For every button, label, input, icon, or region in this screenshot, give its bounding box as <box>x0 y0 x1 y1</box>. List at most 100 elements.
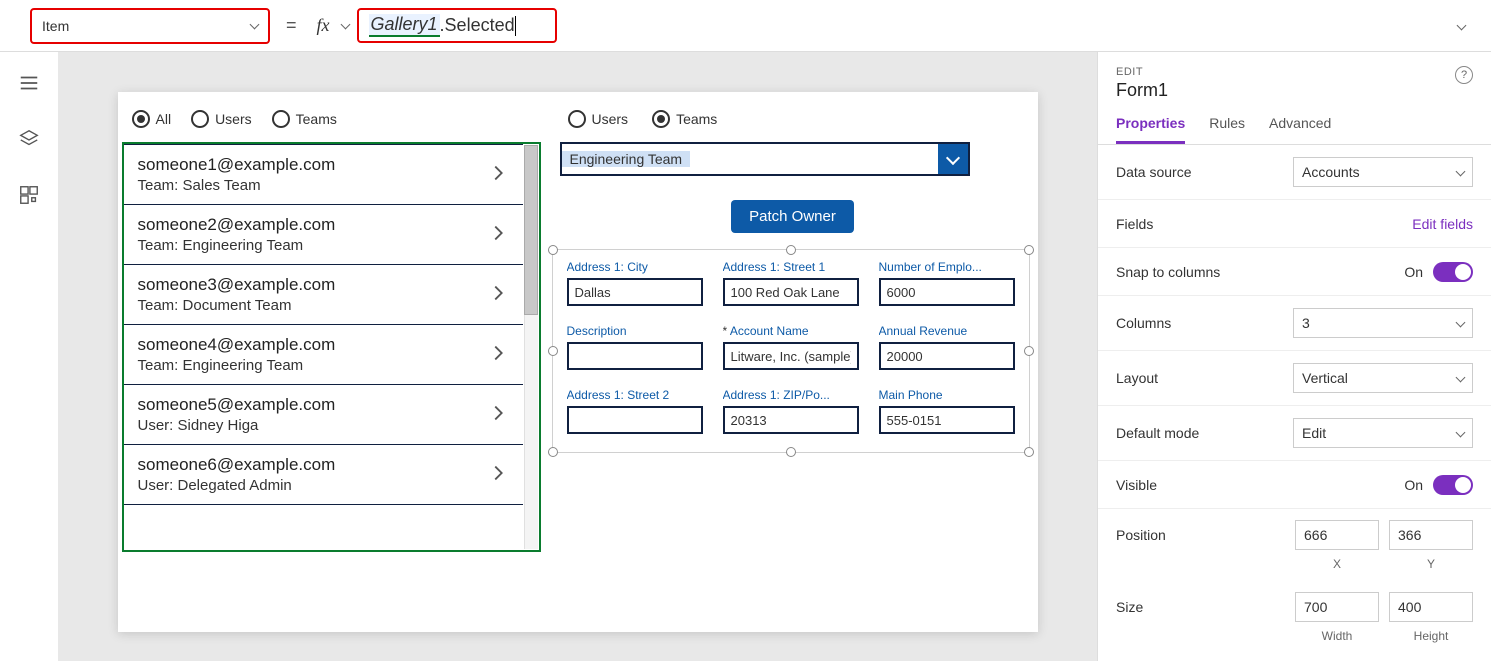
field-street1: Address 1: Street 1 <box>723 260 859 306</box>
field-description: Description <box>567 324 703 370</box>
radio-users[interactable]: Users <box>191 110 252 128</box>
prop-size-label: Size <box>1116 599 1143 615</box>
prop-visible-label: Visible <box>1116 477 1157 493</box>
account-name-input[interactable] <box>723 342 859 370</box>
formula-bar: Item = fx Gallery1.Selected <box>0 0 1491 52</box>
field-label: Account Name <box>723 324 859 338</box>
gallery-item-title: someone5@example.com <box>138 395 336 415</box>
size-width-input[interactable]: 700 <box>1295 592 1379 622</box>
selection-handle[interactable] <box>786 447 796 457</box>
tab-rules[interactable]: Rules <box>1209 115 1245 144</box>
radio-all[interactable]: All <box>132 110 172 128</box>
prop-snap-label: Snap to columns <box>1116 264 1220 280</box>
components-icon[interactable] <box>18 184 40 206</box>
city-input[interactable] <box>567 278 703 306</box>
selection-handle[interactable] <box>548 245 558 255</box>
property-dropdown-value: Item <box>42 18 69 34</box>
radio-label: All <box>156 111 172 127</box>
snap-toggle[interactable] <box>1433 262 1473 282</box>
street2-input[interactable] <box>567 406 703 434</box>
properties-panel: EDIT Form1 ? Properties Rules Advanced D… <box>1097 52 1491 661</box>
edit-fields-link[interactable]: Edit fields <box>1412 216 1473 232</box>
gallery-item-text: someone4@example.com Team: Engineering T… <box>138 335 336 374</box>
gallery-list[interactable]: someone1@example.com Team: Sales Team so… <box>122 142 541 552</box>
formula-suffix: .Selected <box>440 15 515 36</box>
radio-teams-form[interactable]: Teams <box>652 110 717 128</box>
edit-form[interactable]: Address 1: City Address 1: Street 1 Numb… <box>552 249 1030 453</box>
tab-properties[interactable]: Properties <box>1116 115 1185 144</box>
position-x-input[interactable]: 666 <box>1295 520 1379 550</box>
gallery-item-subtitle: Team: Sales Team <box>138 177 336 194</box>
gallery-item[interactable]: someone4@example.com Team: Engineering T… <box>124 325 523 385</box>
size-height-sublabel: Height <box>1389 629 1473 643</box>
field-city: Address 1: City <box>567 260 703 306</box>
columns-select[interactable]: 3 <box>1293 308 1473 338</box>
revenue-input[interactable] <box>879 342 1015 370</box>
property-dropdown[interactable]: Item <box>30 8 270 44</box>
zip-input[interactable] <box>723 406 859 434</box>
radio-users-form[interactable]: Users <box>568 110 629 128</box>
data-source-select[interactable]: Accounts <box>1293 157 1473 187</box>
chevron-right-icon <box>487 162 509 187</box>
selection-handle[interactable] <box>1024 245 1034 255</box>
employees-input[interactable] <box>879 278 1015 306</box>
radio-teams[interactable]: Teams <box>272 110 337 128</box>
radio-icon <box>652 110 670 128</box>
gallery-item[interactable]: someone2@example.com Team: Engineering T… <box>124 205 523 265</box>
field-label: Annual Revenue <box>879 324 1015 338</box>
layers-icon[interactable] <box>18 128 40 150</box>
tab-advanced[interactable]: Advanced <box>1269 115 1331 144</box>
patch-owner-button[interactable]: Patch Owner <box>731 200 854 233</box>
chevron-right-icon <box>487 462 509 487</box>
phone-input[interactable] <box>879 406 1015 434</box>
formula-expand[interactable] <box>1458 18 1471 34</box>
visible-toggle[interactable] <box>1433 475 1473 495</box>
field-label: Address 1: Street 2 <box>567 388 703 402</box>
chevron-right-icon <box>487 402 509 427</box>
formula-input[interactable]: Gallery1.Selected <box>357 8 557 43</box>
gallery-item-subtitle: User: Sidney Higa <box>138 417 336 434</box>
help-icon[interactable]: ? <box>1455 66 1473 84</box>
field-label: Address 1: ZIP/Po... <box>723 388 859 402</box>
gallery-item-text: someone5@example.com User: Sidney Higa <box>138 395 336 434</box>
hamburger-icon[interactable] <box>18 72 40 94</box>
selection-handle[interactable] <box>548 346 558 356</box>
field-account-name: Account Name <box>723 324 859 370</box>
size-height-input[interactable]: 400 <box>1389 592 1473 622</box>
chevron-down-icon[interactable] <box>340 20 350 30</box>
field-label: Address 1: Street 1 <box>723 260 859 274</box>
gallery-item[interactable]: someone6@example.com User: Delegated Adm… <box>124 445 523 505</box>
field-revenue: Annual Revenue <box>879 324 1015 370</box>
field-street2: Address 1: Street 2 <box>567 388 703 434</box>
scrollbar-thumb[interactable] <box>524 145 538 315</box>
gallery-item[interactable]: someone3@example.com Team: Document Team <box>124 265 523 325</box>
default-mode-select[interactable]: Edit <box>1293 418 1473 448</box>
gallery-item-subtitle: Team: Document Team <box>138 297 336 314</box>
street1-input[interactable] <box>723 278 859 306</box>
gallery-item[interactable]: someone5@example.com User: Sidney Higa <box>124 385 523 445</box>
chevron-down-icon <box>1456 372 1466 382</box>
position-y-sublabel: Y <box>1389 557 1473 571</box>
size-width-sublabel: Width <box>1295 629 1379 643</box>
layout-select[interactable]: Vertical <box>1293 363 1473 393</box>
gallery-pane: All Users Teams someone1@example.com <box>118 92 548 632</box>
prop-default-mode-label: Default mode <box>1116 425 1199 441</box>
chevron-right-icon <box>487 222 509 247</box>
gallery-item[interactable]: someone1@example.com Team: Sales Team <box>124 144 523 205</box>
team-dropdown[interactable]: Engineering Team <box>560 142 970 176</box>
app-canvas: All Users Teams someone1@example.com <box>118 92 1038 632</box>
gallery-item-title: someone3@example.com <box>138 275 336 295</box>
chevron-down-icon <box>250 20 260 30</box>
formula-variable: Gallery1 <box>369 14 440 37</box>
selection-handle[interactable] <box>1024 346 1034 356</box>
position-y-input[interactable]: 366 <box>1389 520 1473 550</box>
selection-handle[interactable] <box>1024 447 1034 457</box>
selection-handle[interactable] <box>786 245 796 255</box>
gallery-item-title: someone4@example.com <box>138 335 336 355</box>
field-employees: Number of Emplo... <box>879 260 1015 306</box>
description-input[interactable] <box>567 342 703 370</box>
selection-handle[interactable] <box>548 447 558 457</box>
fx-label: fx <box>317 15 330 36</box>
gallery-item-text: someone6@example.com User: Delegated Adm… <box>138 455 336 494</box>
toggle-value: On <box>1404 264 1423 280</box>
